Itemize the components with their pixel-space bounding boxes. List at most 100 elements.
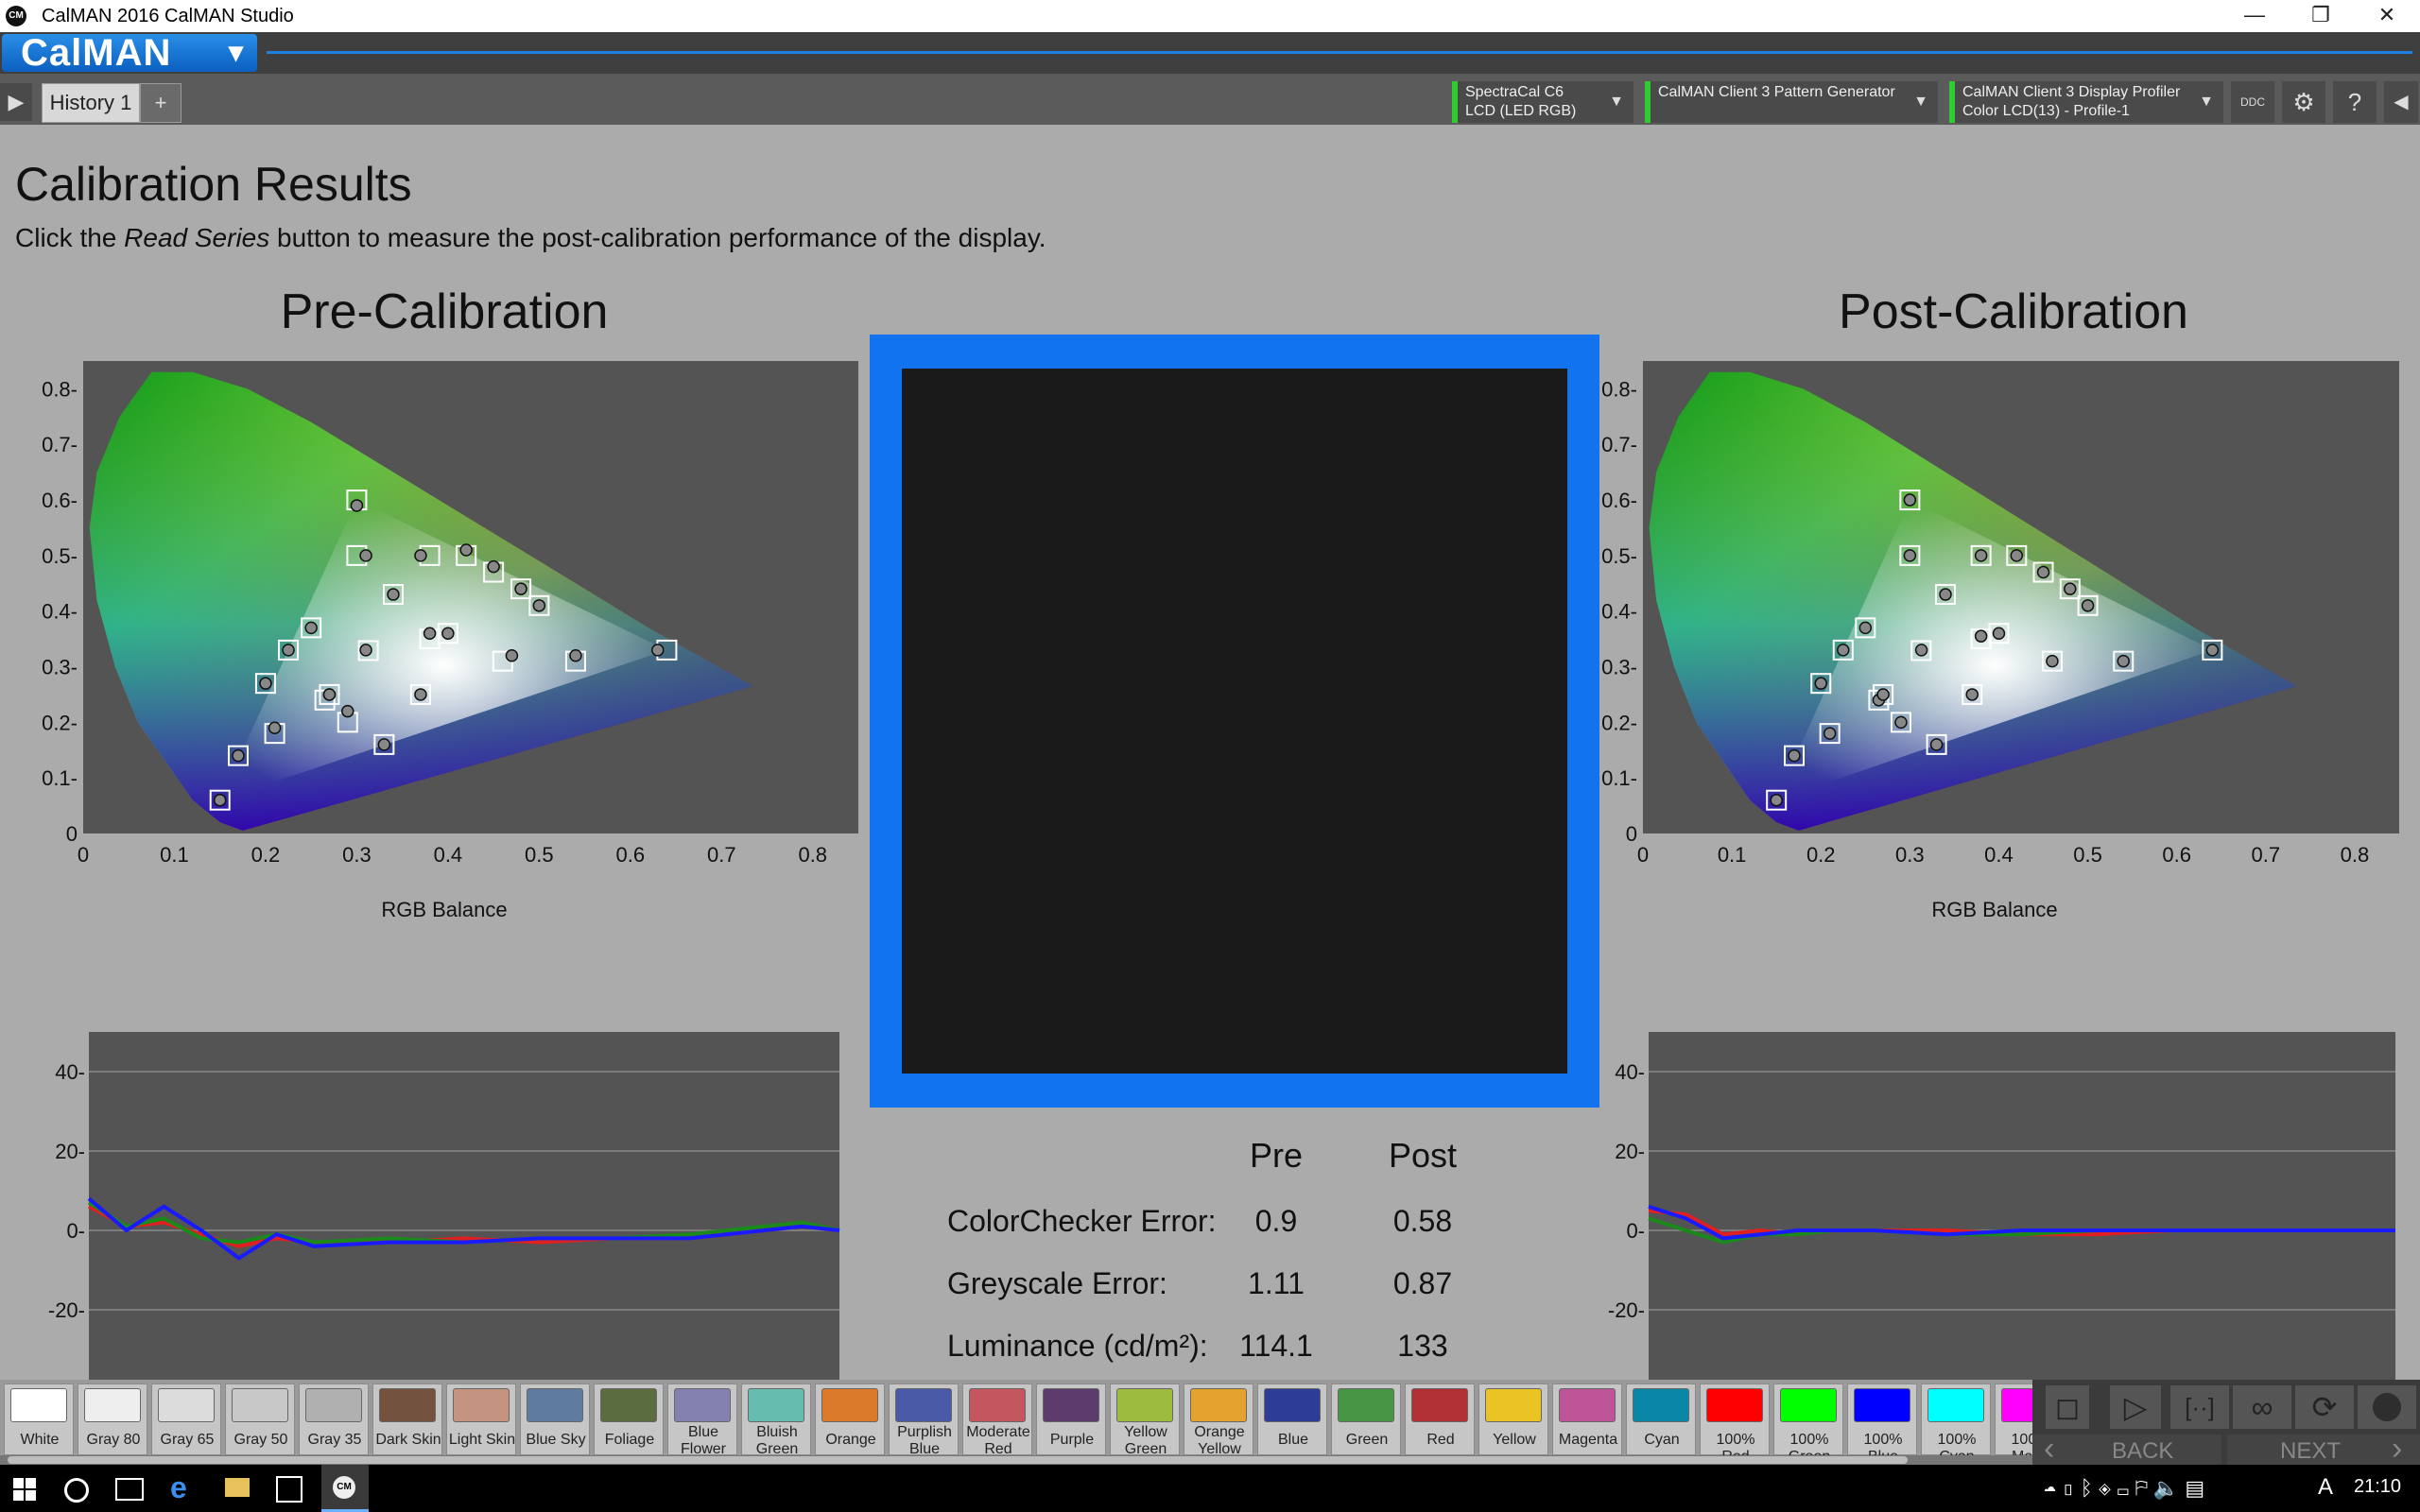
swatch-item[interactable]: Cyan bbox=[1626, 1383, 1696, 1455]
measured-point bbox=[2010, 549, 2024, 562]
minimize-button[interactable]: — bbox=[2221, 0, 2288, 32]
swatch-item[interactable]: Purplish Blue bbox=[889, 1383, 959, 1457]
help-icon[interactable]: ? bbox=[2333, 81, 2377, 123]
cie-x-tick-label: 0.2 bbox=[1806, 843, 1836, 867]
pattern-generator-selector[interactable]: CalMAN Client 3 Pattern Generator ▼ bbox=[1645, 81, 1938, 123]
refresh-icon[interactable]: ⟳ bbox=[2295, 1385, 2354, 1429]
task-view-icon[interactable] bbox=[115, 1478, 144, 1501]
calman-taskbar-button[interactable]: CM bbox=[321, 1465, 369, 1512]
swatch-label: Gray 35 bbox=[307, 1432, 362, 1448]
play-icon[interactable]: ▷ bbox=[2110, 1385, 2161, 1429]
swatch-item[interactable]: Gray 35 bbox=[299, 1383, 369, 1455]
collapse-panel-icon[interactable]: ◀ bbox=[2384, 81, 2418, 123]
measured-point bbox=[232, 748, 245, 763]
swatch-item[interactable]: Yellow bbox=[1478, 1383, 1548, 1455]
swatch-label: White bbox=[20, 1432, 60, 1448]
swatch-item[interactable]: Red bbox=[1405, 1383, 1475, 1455]
swatch-item[interactable]: Purple bbox=[1036, 1383, 1106, 1455]
measured-point bbox=[487, 559, 500, 574]
input-language-indicator[interactable]: A bbox=[2318, 1474, 2333, 1501]
swatch-item[interactable]: Dark Skin bbox=[372, 1383, 442, 1455]
search-icon[interactable] bbox=[64, 1478, 89, 1503]
restore-button[interactable]: ❐ bbox=[2288, 0, 2354, 32]
cie-y-tick-label: 0.1- bbox=[1601, 766, 1637, 790]
back-button[interactable]: ‹ BACK bbox=[2032, 1431, 2221, 1467]
swatch-item[interactable]: Yellow Green bbox=[1110, 1383, 1180, 1457]
chevron-down-icon: ▼ bbox=[2199, 94, 2214, 110]
swatch-color bbox=[1411, 1388, 1468, 1422]
store-icon[interactable] bbox=[276, 1476, 302, 1503]
measured-point bbox=[532, 599, 546, 612]
display-profiler-selector[interactable]: CalMAN Client 3 Display Profiler Color L… bbox=[1949, 81, 2223, 123]
swatch-item[interactable]: Moderate Red bbox=[962, 1383, 1032, 1457]
swatch-item[interactable]: Foliage bbox=[594, 1383, 664, 1455]
swatch-item[interactable]: White bbox=[4, 1383, 74, 1455]
edge-browser-icon[interactable]: e bbox=[170, 1470, 187, 1505]
swatch-item[interactable]: Magenta bbox=[1552, 1383, 1622, 1455]
swatch-item[interactable]: Gray 80 bbox=[78, 1383, 147, 1455]
rgb-y-tick-label: 20- bbox=[1615, 1140, 1645, 1163]
measured-point bbox=[2205, 644, 2220, 657]
swatch-color bbox=[748, 1388, 804, 1422]
swatch-scrollbar[interactable] bbox=[0, 1455, 2032, 1465]
calman-menu-button[interactable]: CalMAN ▾ bbox=[2, 34, 257, 72]
cie-x-tick-label: 0 bbox=[78, 843, 89, 867]
swatch-item[interactable]: Blue Flower bbox=[667, 1383, 737, 1457]
measured-point bbox=[1876, 688, 1890, 701]
cie-plot-group: 0 0.1- 0.2- 0.3- 0.4- 0.5- 0.6- 0.7- 0.8- 0 0.1 0.2… bbox=[1601, 361, 2399, 867]
rgb-y-tick-label: -20- bbox=[48, 1298, 85, 1322]
swatch-item[interactable]: Gray 65 bbox=[151, 1383, 221, 1455]
tray-icons[interactable]: ☁ ▯ ᛒ ◈ ▭ ⚐ 🔈 ▤ bbox=[2044, 1476, 2204, 1501]
swatch-item[interactable]: 100% Blue bbox=[1847, 1383, 1917, 1465]
swatch-item[interactable]: Green bbox=[1331, 1383, 1401, 1455]
swatch-item[interactable]: Blue bbox=[1257, 1383, 1327, 1455]
swatch-label: Blue bbox=[1277, 1432, 1309, 1448]
measured-point bbox=[2081, 599, 2095, 612]
cie-x-tick-label: 0.8 bbox=[2341, 843, 2370, 867]
read-series-icon[interactable]: [··] bbox=[2170, 1385, 2229, 1429]
swatch-color bbox=[1264, 1388, 1321, 1422]
swatch-item[interactable]: Bluish Green bbox=[741, 1383, 811, 1457]
clock[interactable]: 21:10 bbox=[2354, 1476, 2401, 1498]
meter-selector[interactable]: SpectraCal C6 LCD (LED RGB) ▼ bbox=[1452, 81, 1634, 123]
rgb-y-tick-label: 20- bbox=[55, 1140, 85, 1163]
ddc-button[interactable]: DDC bbox=[2231, 81, 2274, 123]
swatch-color bbox=[1190, 1388, 1247, 1422]
swatch-item[interactable]: 100% Red bbox=[1700, 1383, 1770, 1465]
swatch-item[interactable]: Orange Yellow bbox=[1184, 1383, 1253, 1457]
swatch-item[interactable]: Orange bbox=[815, 1383, 885, 1455]
swatch-item[interactable]: Gray 50 bbox=[225, 1383, 295, 1455]
brand-divider bbox=[267, 51, 2412, 54]
swatch-item[interactable]: 100% Green bbox=[1773, 1383, 1843, 1465]
tab-history-1[interactable]: History 1 bbox=[42, 83, 140, 123]
continuous-icon[interactable]: ∞ bbox=[2233, 1385, 2291, 1429]
swatch-item[interactable]: Blue Sky bbox=[520, 1383, 590, 1455]
swatch-color bbox=[1633, 1388, 1689, 1422]
measured-point bbox=[1992, 627, 2006, 640]
windows-start-icon[interactable] bbox=[13, 1478, 36, 1501]
back-label: BACK bbox=[2112, 1438, 2174, 1464]
swatch-color bbox=[158, 1388, 215, 1422]
scrollbar-thumb[interactable] bbox=[8, 1456, 1908, 1464]
measured-point bbox=[1894, 715, 1908, 730]
luminance-post: 133 bbox=[1397, 1329, 1448, 1363]
swatch-item[interactable]: Light Skin bbox=[446, 1383, 516, 1455]
swatch-label: Blue Flower bbox=[680, 1424, 726, 1457]
swatch-label: Cyan bbox=[1644, 1432, 1680, 1448]
file-explorer-icon[interactable] bbox=[225, 1478, 250, 1497]
record-icon[interactable] bbox=[2358, 1385, 2416, 1429]
close-button[interactable]: ✕ bbox=[2354, 0, 2420, 32]
cie-x-tick-label: 0.4 bbox=[1984, 843, 2014, 867]
swatch-color bbox=[1780, 1388, 1837, 1422]
cie-x-tick-label: 0.1 bbox=[160, 843, 189, 867]
rgb-y-tick-label: 40- bbox=[1615, 1060, 1645, 1084]
swatch-label: Bluish Green bbox=[755, 1424, 799, 1457]
swatch-label: Orange Yellow bbox=[1194, 1424, 1245, 1457]
swatch-color bbox=[895, 1388, 952, 1422]
gear-icon[interactable]: ⚙ bbox=[2282, 81, 2325, 123]
swatch-item[interactable]: 100% Cyan bbox=[1921, 1383, 1991, 1465]
add-tab-button[interactable]: + bbox=[140, 83, 182, 123]
expand-panel-icon[interactable]: ▶ bbox=[0, 83, 32, 121]
stop-icon[interactable]: ◻ bbox=[2046, 1385, 2089, 1429]
next-button[interactable]: NEXT › bbox=[2227, 1431, 2420, 1467]
